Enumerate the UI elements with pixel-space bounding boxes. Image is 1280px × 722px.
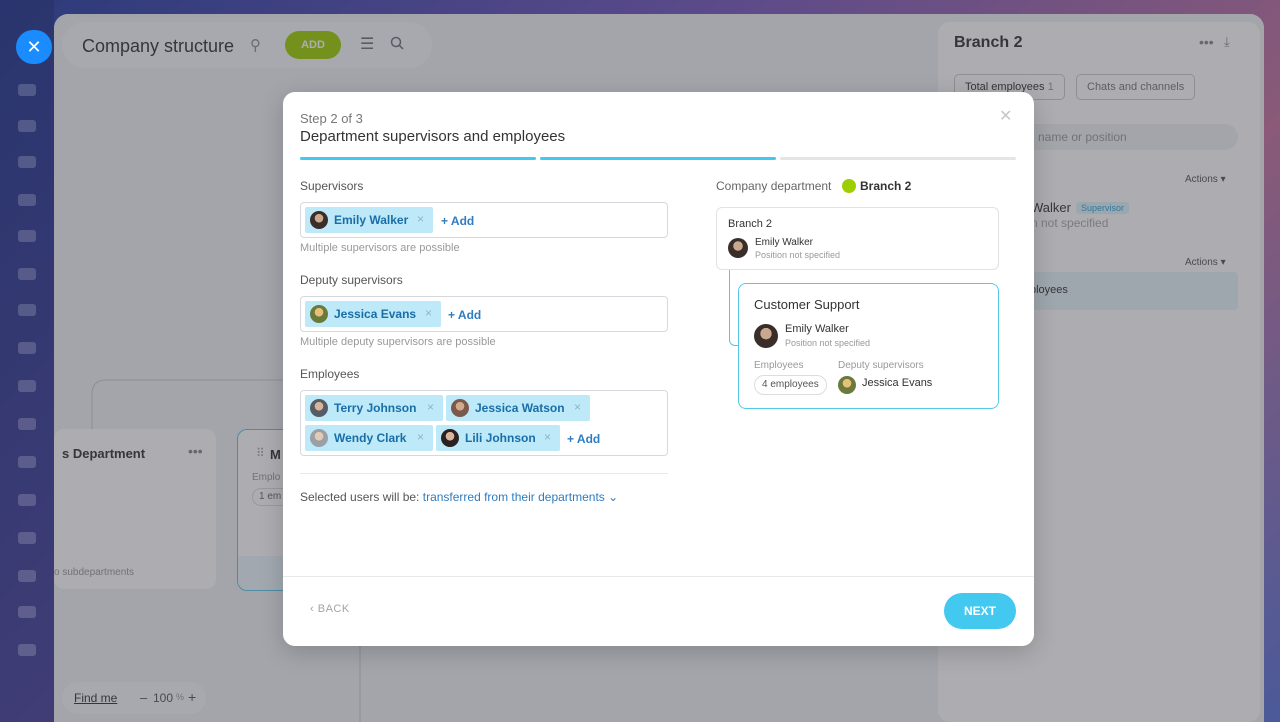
footer-divider bbox=[283, 576, 1034, 577]
parent-department-card: Branch 2 Emily Walker Position not speci… bbox=[716, 207, 999, 270]
back-button[interactable]: ‹ BACK bbox=[310, 603, 350, 615]
avatar bbox=[310, 429, 328, 447]
rail-item[interactable] bbox=[18, 644, 36, 656]
left-rail bbox=[0, 0, 54, 722]
deputy-name: Jessica Evans bbox=[862, 377, 933, 389]
remove-icon[interactable]: × bbox=[425, 306, 432, 320]
parent-supervisor-name: Emily Walker bbox=[755, 237, 813, 248]
avatar bbox=[451, 399, 469, 417]
transfer-prefix: Selected users will be: bbox=[300, 490, 420, 504]
rail-item[interactable] bbox=[18, 418, 36, 430]
user-tag[interactable]: Lili Johnson × bbox=[436, 425, 560, 451]
rail-item[interactable] bbox=[18, 120, 36, 132]
deputy-supervisors-field[interactable]: Jessica Evans × + Add bbox=[300, 296, 668, 332]
chevron-down-icon[interactable]: ⌄ bbox=[605, 490, 618, 504]
remove-icon[interactable]: × bbox=[427, 400, 434, 414]
user-tag[interactable]: Wendy Clark × bbox=[305, 425, 433, 451]
rail-item[interactable] bbox=[18, 380, 36, 392]
deputy-supervisors-label: Deputy supervisors bbox=[300, 273, 403, 287]
remove-icon[interactable]: × bbox=[544, 430, 551, 444]
supervisors-label: Supervisors bbox=[300, 179, 364, 193]
rail-item[interactable] bbox=[18, 532, 36, 544]
rail-item[interactable] bbox=[18, 304, 36, 316]
progress-step-3 bbox=[780, 157, 1016, 160]
user-tag-name: Jessica Evans bbox=[334, 307, 417, 321]
parent-department-title: Branch 2 bbox=[728, 218, 773, 230]
deputy-supervisors-label: Deputy supervisors bbox=[838, 360, 924, 371]
rail-item[interactable] bbox=[18, 230, 36, 242]
transfer-mode-dropdown[interactable]: transferred from their departments bbox=[423, 490, 605, 504]
progress-step-1 bbox=[300, 157, 536, 160]
avatar bbox=[754, 324, 778, 348]
user-tag[interactable]: Jessica Evans × bbox=[305, 301, 441, 327]
rail-item[interactable] bbox=[18, 268, 36, 280]
supervisors-field[interactable]: Emily Walker × + Add bbox=[300, 202, 668, 238]
user-tag[interactable]: Jessica Watson × bbox=[446, 395, 590, 421]
divider bbox=[300, 473, 668, 474]
rail-item[interactable] bbox=[18, 342, 36, 354]
user-tag[interactable]: Emily Walker × bbox=[305, 207, 433, 233]
rail-item[interactable] bbox=[18, 494, 36, 506]
user-tag-name: Terry Johnson bbox=[334, 401, 417, 415]
rail-item[interactable] bbox=[18, 606, 36, 618]
avatar bbox=[310, 305, 328, 323]
rail-item[interactable] bbox=[18, 84, 36, 96]
new-supervisor-name: Emily Walker bbox=[785, 323, 849, 335]
rail-item[interactable] bbox=[18, 456, 36, 468]
deputy-supervisors-hint: Multiple deputy supervisors are possible bbox=[300, 336, 496, 348]
progress-step-2 bbox=[540, 157, 776, 160]
add-supervisor-link[interactable]: + Add bbox=[441, 214, 474, 228]
remove-icon[interactable]: × bbox=[417, 430, 424, 444]
step-indicator: Step 2 of 3 bbox=[300, 111, 363, 126]
remove-icon[interactable]: × bbox=[574, 400, 581, 414]
rail-item[interactable] bbox=[18, 570, 36, 582]
user-tag-name: Emily Walker bbox=[334, 213, 409, 227]
new-department-title: Customer Support bbox=[754, 297, 860, 312]
avatar bbox=[441, 429, 459, 447]
close-slider-button[interactable]: ✕ bbox=[16, 30, 52, 64]
next-button[interactable]: NEXT bbox=[944, 593, 1016, 629]
employees-label: Employees bbox=[754, 360, 804, 371]
add-deputy-link[interactable]: + Add bbox=[448, 308, 481, 322]
avatar bbox=[310, 211, 328, 229]
avatar bbox=[310, 399, 328, 417]
transfer-option: Selected users will be: transferred from… bbox=[300, 490, 618, 504]
new-supervisor-position: Position not specified bbox=[785, 338, 871, 348]
remove-icon[interactable]: × bbox=[417, 212, 424, 226]
parent-supervisor-position: Position not specified bbox=[755, 250, 841, 260]
supervisors-hint: Multiple supervisors are possible bbox=[300, 242, 460, 254]
employees-field[interactable]: Terry Johnson × Jessica Watson × Wendy C… bbox=[300, 390, 668, 456]
user-tag-name: Lili Johnson bbox=[465, 431, 536, 445]
add-employee-link[interactable]: + Add bbox=[567, 432, 600, 446]
dialog-title: Department supervisors and employees bbox=[300, 128, 566, 145]
new-department-card: Customer Support Emily Walker Position n… bbox=[738, 283, 999, 409]
rail-item[interactable] bbox=[18, 156, 36, 168]
employees-count-chip: 4 employees bbox=[754, 375, 827, 395]
avatar bbox=[838, 376, 856, 394]
back-label: BACK bbox=[317, 603, 350, 615]
company-department-name: Branch 2 bbox=[860, 179, 912, 193]
user-tag-name: Wendy Clark bbox=[334, 431, 407, 445]
user-tag-name: Jessica Watson bbox=[475, 401, 565, 415]
wizard-dialog: Step 2 of 3 Department supervisors and e… bbox=[283, 92, 1034, 646]
employees-label: Employees bbox=[300, 367, 360, 381]
close-icon[interactable]: ✕ bbox=[999, 106, 1012, 126]
rail-item[interactable] bbox=[18, 194, 36, 206]
department-icon bbox=[842, 179, 856, 193]
user-tag[interactable]: Terry Johnson × bbox=[305, 395, 443, 421]
avatar bbox=[728, 238, 748, 258]
chevron-left-icon: ‹ bbox=[310, 603, 318, 615]
company-department-label: Company department bbox=[716, 179, 832, 193]
